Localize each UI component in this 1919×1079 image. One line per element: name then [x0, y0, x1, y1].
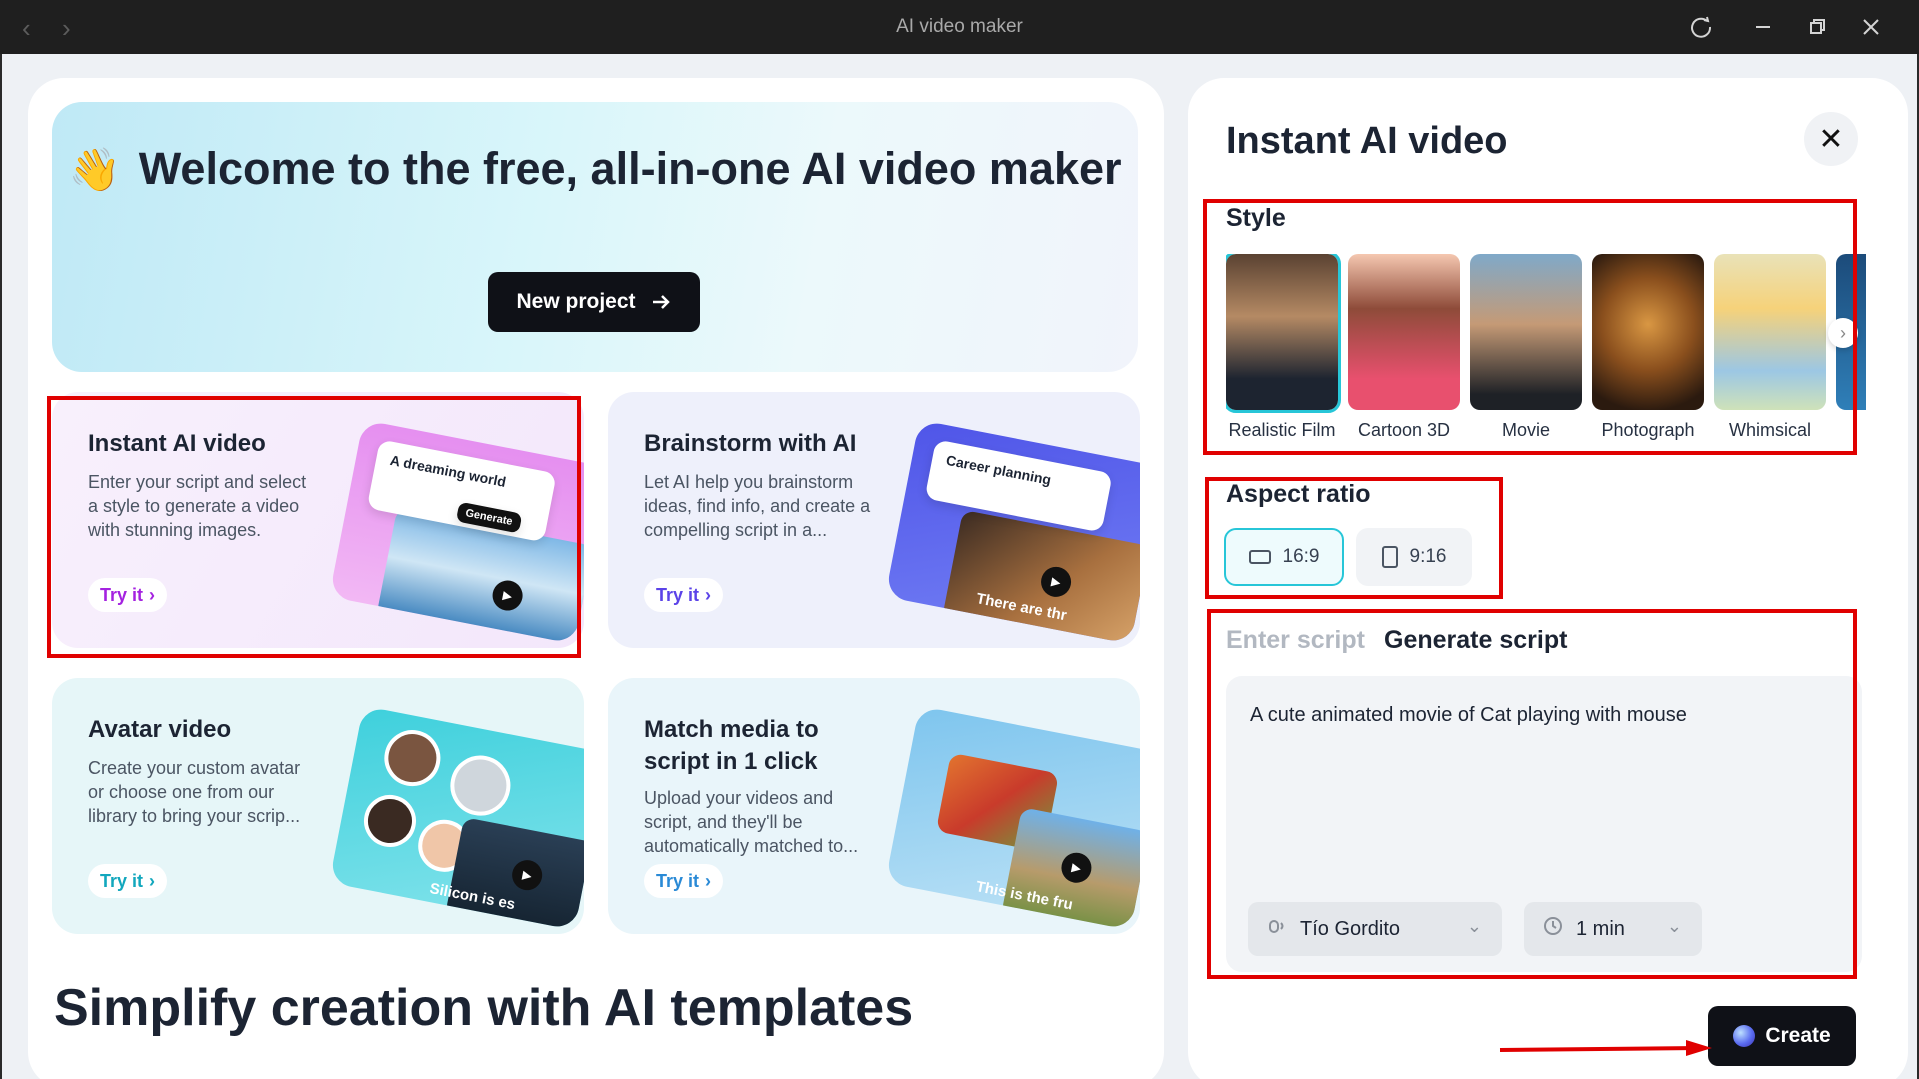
style-thumbnail [1592, 254, 1704, 410]
style-option-photograph[interactable]: Photograph [1592, 254, 1704, 441]
card-illustration: Career planning ▶ There are thr [885, 419, 1140, 645]
portrait-icon [1381, 546, 1398, 568]
new-project-button[interactable]: New project [488, 272, 700, 332]
chevron-right-icon: › [149, 870, 156, 891]
avatar [445, 750, 516, 821]
style-option-realistic-film[interactable]: Realistic Film [1226, 254, 1341, 441]
home-panel: 👋 Welcome to the free, all-in-one AI vide… [28, 78, 1164, 1079]
minimize-icon[interactable] [1748, 12, 1778, 42]
hero-banner: 👋 Welcome to the free, all-in-one AI vide… [52, 102, 1138, 372]
card-description: Enter your script and select a style to … [88, 472, 307, 540]
style-name: Photograph [1601, 420, 1695, 440]
style-thumbnail [1714, 254, 1826, 410]
prompt-card: Career planning [924, 439, 1113, 533]
aspect-label: 9:16 [1409, 546, 1447, 567]
landscape-icon [1248, 550, 1271, 564]
try-it-label: Try it [100, 584, 144, 605]
chevron-right-icon: › [705, 870, 712, 891]
aspect-ratio-label: Aspect ratio [1226, 480, 1371, 508]
script-input[interactable]: A cute animated movie of Cat playing wit… [1226, 676, 1862, 972]
chevron-right-icon: › [149, 584, 156, 605]
restore-icon[interactable] [1802, 12, 1832, 42]
chevron-down-icon: ⌄ [1666, 916, 1682, 936]
instant-ai-video-panel: Instant AI video ✕ Style Realistic Film … [1188, 78, 1908, 1079]
create-button[interactable]: Create [1708, 1006, 1856, 1066]
voice-value: Tío Gordito [1300, 917, 1401, 940]
card-title: Match media to script in 1 click [644, 716, 819, 775]
voice-icon [1266, 915, 1288, 943]
try-it-button[interactable]: Try it › [644, 864, 724, 898]
tab-generate-script[interactable]: Generate script [1384, 626, 1567, 655]
chevron-right-icon: › [1840, 322, 1846, 343]
style-name: Movie [1501, 420, 1550, 440]
card-illustration: A dreaming world Generate ▶ [329, 419, 584, 645]
new-project-label: New project [516, 290, 636, 313]
card-illustration: ▶ Silicon is es [329, 705, 584, 931]
carousel-next-button[interactable]: › [1828, 318, 1858, 348]
card-description: Upload your videos and script, and they'… [644, 788, 859, 856]
card-match-media[interactable]: Match media to script in 1 click Upload … [608, 678, 1140, 934]
card-avatar-video[interactable]: Avatar video Create your custom avatar o… [52, 678, 584, 934]
try-it-button[interactable]: Try it › [88, 578, 168, 612]
window-titlebar: ‹ › AI video maker [0, 0, 1919, 54]
aspect-16-9-option[interactable]: 16:9 [1224, 528, 1344, 586]
waving-hand-icon: 👋 [68, 146, 121, 193]
tab-enter-script[interactable]: Enter script [1226, 626, 1365, 655]
aspect-9-16-option[interactable]: 9:16 [1356, 528, 1472, 586]
close-window-icon[interactable] [1856, 12, 1886, 42]
style-thumbnail [1348, 254, 1460, 410]
chevron-down-icon: ⌄ [1466, 916, 1482, 936]
card-description: Create your custom avatar or choose one … [88, 758, 301, 826]
card-illustration: ▶ This is the fru [885, 705, 1140, 931]
clock-icon [1542, 915, 1564, 943]
script-text[interactable]: A cute animated movie of Cat playing wit… [1250, 704, 1687, 727]
style-name: Realistic Film [1228, 420, 1336, 440]
card-title: Instant AI video [88, 430, 266, 457]
try-it-label: Try it [656, 584, 700, 605]
card-brainstorm[interactable]: Brainstorm with AI Let AI help you brain… [608, 392, 1140, 648]
arrow-right-icon [652, 295, 670, 309]
voice-dropdown[interactable]: Tío Gordito ⌄ [1248, 902, 1502, 956]
style-option-cartoon-3d[interactable]: Cartoon 3D [1348, 254, 1460, 441]
reload-icon[interactable] [1686, 12, 1716, 42]
create-label: Create [1765, 1024, 1831, 1047]
style-carousel: Realistic Film Cartoon 3D Movie Photogra… [1226, 254, 1866, 454]
card-title: Avatar video [88, 716, 232, 743]
card-title: Brainstorm with AI [644, 430, 857, 457]
app-body: 👋 Welcome to the free, all-in-one AI vide… [2, 54, 1917, 1079]
aspect-label: 16:9 [1282, 546, 1320, 567]
templates-heading: Simplify creation with AI templates [54, 979, 914, 1037]
hero-title: 👋 Welcome to the free, all-in-one AI vide… [52, 142, 1138, 197]
close-panel-button[interactable]: ✕ [1804, 112, 1858, 166]
hero-title-text: Welcome to the free, all-in-one AI video… [138, 143, 1122, 194]
chevron-right-icon: › [705, 584, 712, 605]
window-title: AI video maker [896, 16, 1023, 37]
try-it-label: Try it [100, 870, 144, 891]
style-thumbnail [1226, 254, 1341, 413]
try-it-label: Try it [656, 870, 700, 891]
panel-title: Instant AI video [1226, 120, 1508, 162]
avatar [379, 725, 446, 791]
style-name: Whimsical [1728, 420, 1811, 440]
avatar [359, 790, 421, 852]
style-thumbnail [1470, 254, 1582, 410]
try-it-button[interactable]: Try it › [88, 864, 168, 898]
try-it-button[interactable]: Try it › [644, 578, 724, 612]
style-name: Cartoon 3D [1357, 420, 1451, 440]
card-description: Let AI help you brainstorm ideas, find i… [644, 472, 871, 540]
style-label: Style [1226, 204, 1286, 232]
style-option-whimsical[interactable]: Whimsical [1714, 254, 1826, 441]
card-instant-ai-video[interactable]: Instant AI video Enter your script and s… [52, 392, 584, 648]
close-icon: ✕ [1818, 122, 1844, 156]
duration-dropdown[interactable]: 1 min ⌄ [1524, 902, 1702, 956]
ai-orb-icon [1733, 1025, 1756, 1047]
prompt-caption: Career planning [944, 451, 1053, 488]
duration-value: 1 min [1576, 917, 1625, 940]
prompt-caption: A dreaming world [388, 451, 508, 490]
style-option-movie[interactable]: Movie [1470, 254, 1582, 441]
annotation-arrow [1499, 1040, 1712, 1056]
